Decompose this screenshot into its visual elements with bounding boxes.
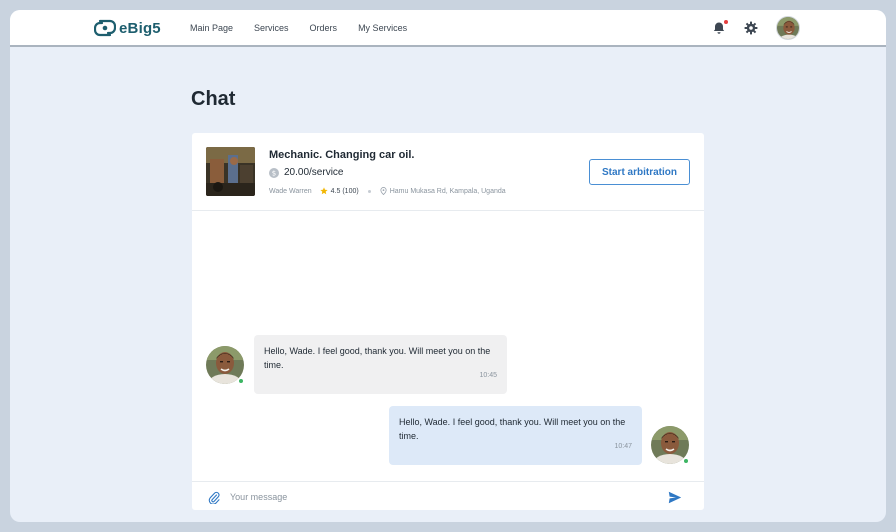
logo-text: eBig5 <box>119 19 161 37</box>
page-title: Chat <box>191 88 236 110</box>
nav-services[interactable]: Services <box>254 23 289 33</box>
service-meta: Wade Warren 4.5 (100) Hamu Mukasa Rd, Ka… <box>269 187 506 195</box>
service-photo <box>206 147 255 196</box>
message-input[interactable] <box>230 487 650 507</box>
service-title: Mechanic. Changing car oil. <box>269 149 415 161</box>
header-actions <box>712 15 800 41</box>
nav-my-services[interactable]: My Services <box>358 23 407 33</box>
message-text: Hello, Wade. I feel good, thank you. Wil… <box>264 346 491 370</box>
service-price: $ 20.00/service <box>269 167 343 178</box>
coin-icon: $ <box>269 167 279 178</box>
seller-rating: 4.5 (100) <box>330 187 359 195</box>
star-icon <box>320 187 328 195</box>
notifications-button[interactable] <box>712 20 728 35</box>
notification-dot <box>724 20 728 24</box>
seller-name[interactable]: Wade Warren <box>269 188 312 195</box>
top-navigation-bar: eBig5 Main Page Services Orders My Servi… <box>10 10 886 47</box>
message-time: 10:47 <box>614 443 632 450</box>
gear-icon[interactable] <box>744 21 758 35</box>
svg-text:$: $ <box>272 169 276 177</box>
logo-icon <box>94 19 116 37</box>
incoming-message: Hello, Wade. I feel good, thank you. Wil… <box>254 335 507 394</box>
outgoing-message: Hello, Wade. I feel good, thank you. Wil… <box>389 406 642 465</box>
start-arbitration-button[interactable]: Start arbitration <box>589 159 690 185</box>
service-location: Hamu Mukasa Rd, Kampala, Uganda <box>389 187 506 195</box>
meta-separator <box>367 189 371 193</box>
location-pin-icon <box>380 187 387 195</box>
paperclip-icon[interactable] <box>208 491 220 504</box>
message-composer <box>192 481 704 510</box>
nav-orders[interactable]: Orders <box>310 23 338 33</box>
online-indicator <box>683 458 689 464</box>
service-thumbnail[interactable] <box>206 147 255 196</box>
message-text: Hello, Wade. I feel good, thank you. Wil… <box>399 417 626 441</box>
price-value: 20.00/service <box>284 167 344 178</box>
online-indicator <box>238 378 244 384</box>
outgoing-avatar[interactable] <box>651 426 689 464</box>
profile-avatar[interactable] <box>776 16 800 40</box>
service-summary: Mechanic. Changing car oil. $ 20.00/serv… <box>192 133 704 211</box>
app-window: eBig5 Main Page Services Orders My Servi… <box>10 10 886 522</box>
chat-panel: Mechanic. Changing car oil. $ 20.00/serv… <box>192 133 704 510</box>
message-time: 10:45 <box>479 372 497 379</box>
send-icon[interactable] <box>668 491 682 504</box>
logo[interactable]: eBig5 <box>94 17 161 39</box>
nav-main-page[interactable]: Main Page <box>190 23 233 33</box>
incoming-avatar[interactable] <box>206 346 244 384</box>
user-photo <box>777 17 799 39</box>
main-nav: Main Page Services Orders My Services <box>190 10 428 45</box>
